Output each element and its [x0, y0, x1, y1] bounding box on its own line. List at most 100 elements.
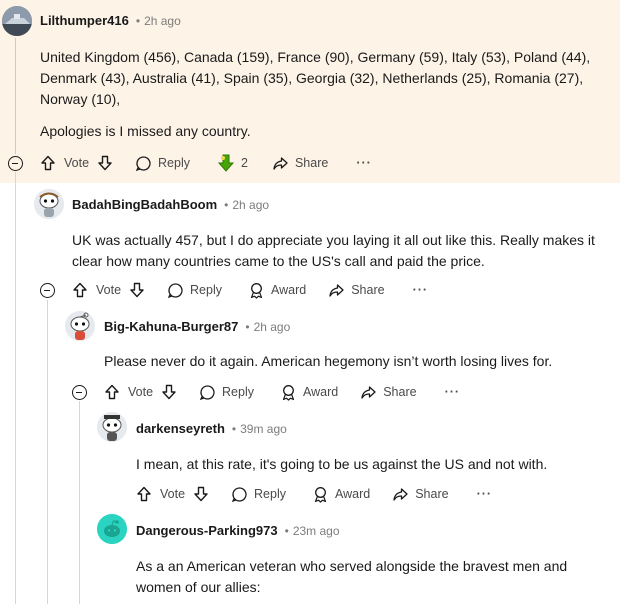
- separator: •: [224, 197, 229, 212]
- comment-paragraph: United Kingdom (456), Canada (159), Fran…: [40, 49, 591, 107]
- vote-label: Vote: [128, 385, 154, 399]
- reply-label: Reply: [222, 385, 254, 399]
- avatar-image-icon: [2, 6, 32, 36]
- snoo-avatar-icon: [65, 311, 95, 341]
- author-name[interactable]: BadahBingBadahBoom: [72, 197, 217, 212]
- snoo-avatar-icon: [97, 412, 127, 442]
- timestamp[interactable]: 2h ago: [232, 198, 269, 212]
- award-label: Award: [271, 283, 307, 297]
- comment-bubble-icon: [231, 486, 247, 502]
- downvote-icon: [98, 155, 112, 171]
- timestamp[interactable]: 2h ago: [144, 14, 181, 28]
- separator: •: [231, 421, 237, 436]
- timestamp[interactable]: 23m ago: [293, 524, 340, 538]
- reply-label: Reply: [254, 487, 286, 501]
- collapse-thread-button[interactable]: [40, 283, 55, 298]
- comment-bubble-icon: [167, 282, 183, 298]
- share-button[interactable]: Share: [272, 155, 328, 172]
- thread-line: [79, 401, 80, 604]
- award-button[interactable]: Award: [248, 282, 306, 299]
- reply-button[interactable]: Reply: [231, 486, 286, 503]
- share-label: Share: [294, 156, 329, 170]
- downvote-icon: [130, 282, 144, 298]
- award-icon: [250, 282, 263, 299]
- award-icon: [282, 384, 295, 401]
- upvote-icon: [73, 282, 87, 298]
- comment-actions: Vote Reply Award Share ···: [104, 381, 460, 403]
- comment-body: UK was actually 457, but I do appreciate…: [72, 232, 595, 269]
- award-label: Award: [335, 487, 371, 501]
- timestamp[interactable]: 2h ago: [254, 320, 291, 334]
- collapse-thread-button[interactable]: [8, 156, 23, 171]
- comment-body: Please never do it again. American hegem…: [104, 353, 553, 369]
- comment-bubble-icon: [135, 155, 151, 171]
- award-button[interactable]: Award: [312, 486, 370, 503]
- upvote-button[interactable]: [40, 155, 56, 171]
- upvote-icon: [105, 384, 119, 400]
- award-label: Award: [303, 385, 339, 399]
- avatar[interactable]: [2, 6, 32, 36]
- snoo-avatar-icon: [34, 189, 64, 219]
- downvote-button[interactable]: [161, 384, 177, 400]
- comment-header: Lilthumper416 • 2h ago: [40, 13, 181, 28]
- thread-line: [15, 38, 16, 154]
- comment-body: As a an American veteran who served alon…: [136, 558, 568, 595]
- author-name[interactable]: Dangerous-Parking973: [136, 523, 278, 538]
- award-button[interactable]: Award: [280, 384, 338, 401]
- share-icon: [393, 487, 408, 501]
- share-button[interactable]: Share: [328, 282, 385, 299]
- upvote-icon: [137, 486, 151, 502]
- vote-label: Vote: [160, 487, 186, 501]
- reply-label: Reply: [190, 283, 222, 297]
- reply-button[interactable]: Reply: [135, 155, 190, 172]
- separator: •: [135, 13, 141, 28]
- more-options-button[interactable]: ···: [356, 156, 372, 170]
- comment-body: United Kingdom (456), Canada (159), Fran…: [40, 47, 600, 142]
- more-options-button[interactable]: ···: [445, 385, 461, 399]
- downvote-icon: [194, 486, 208, 502]
- vote-label: Vote: [64, 156, 90, 170]
- share-label: Share: [351, 283, 385, 297]
- share-label: Share: [383, 385, 417, 399]
- upvote-icon: [41, 155, 55, 171]
- comment-paragraph: Apologies is I missed any country.: [40, 123, 251, 139]
- avatar[interactable]: [34, 189, 64, 219]
- upvote-button[interactable]: [104, 384, 120, 400]
- share-icon: [361, 385, 376, 399]
- author-name[interactable]: Lilthumper416: [40, 13, 129, 28]
- more-options-button[interactable]: ···: [413, 283, 429, 297]
- comment-bubble-icon: [199, 384, 215, 400]
- award-count: 2: [241, 156, 248, 170]
- avatar[interactable]: [65, 311, 95, 341]
- reply-button[interactable]: Reply: [199, 384, 254, 401]
- downvote-button[interactable]: [193, 486, 209, 502]
- collapse-thread-button[interactable]: [72, 385, 87, 400]
- timestamp[interactable]: 39m ago: [240, 422, 287, 436]
- comment-header: Big-Kahuna-Burger87 • 2h ago: [104, 319, 290, 334]
- share-icon: [273, 156, 288, 170]
- comment-header: Dangerous-Parking973 • 23m ago: [136, 523, 340, 538]
- upvote-button[interactable]: [72, 282, 88, 298]
- share-button[interactable]: Share: [392, 486, 449, 503]
- award-icon: [314, 486, 327, 503]
- comment-header: darkenseyreth • 39m ago: [136, 421, 287, 436]
- comment-header: BadahBingBadahBoom • 2h ago: [72, 197, 269, 212]
- downvote-button[interactable]: [97, 155, 113, 171]
- green-award-arrow-icon: [217, 154, 235, 172]
- comment-actions: Vote Reply Award Share ···: [136, 483, 492, 505]
- author-name[interactable]: darkenseyreth: [136, 421, 225, 436]
- avatar[interactable]: [97, 412, 127, 442]
- avatar[interactable]: [97, 514, 127, 544]
- upvote-button[interactable]: [136, 486, 152, 502]
- comment-actions: Vote Reply 2 Share ···: [40, 152, 372, 174]
- downvote-icon: [162, 384, 176, 400]
- reply-button[interactable]: Reply: [167, 282, 222, 299]
- share-button[interactable]: Share: [360, 384, 417, 401]
- downvote-button[interactable]: [129, 282, 145, 298]
- more-options-button[interactable]: ···: [477, 487, 493, 501]
- comment-actions: Vote Reply Award Share ···: [72, 279, 428, 301]
- award-button[interactable]: 2: [216, 153, 248, 173]
- reply-label: Reply: [158, 156, 190, 170]
- author-name[interactable]: Big-Kahuna-Burger87: [104, 319, 238, 334]
- default-snoo-avatar-icon: [97, 514, 127, 544]
